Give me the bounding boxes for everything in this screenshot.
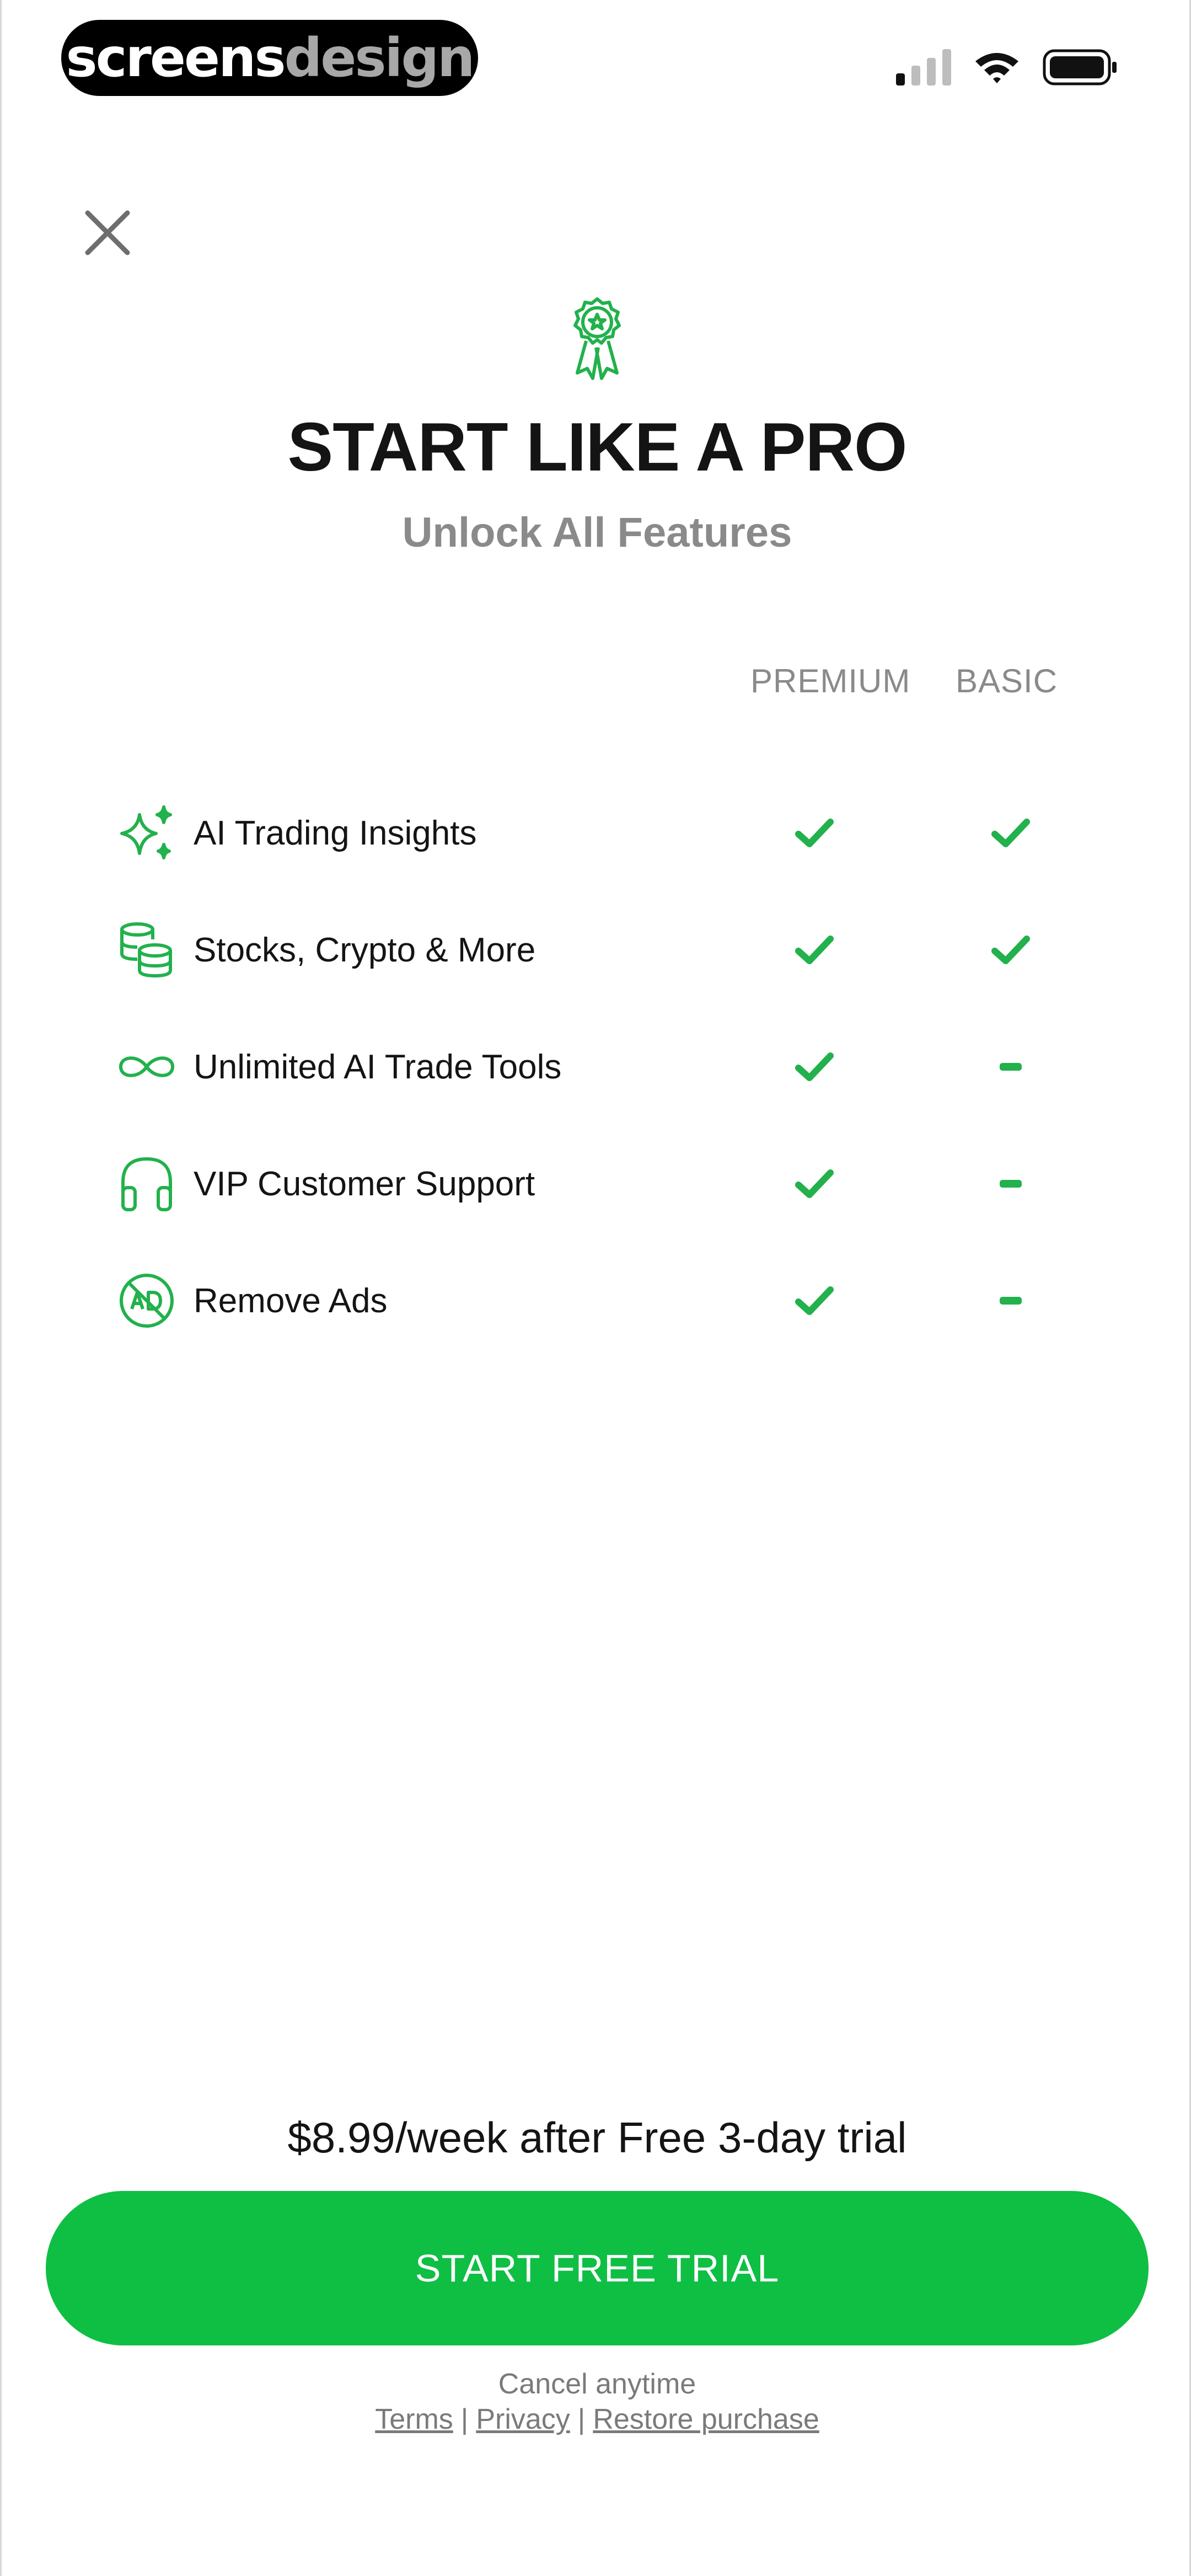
coins-icon: [116, 920, 177, 980]
column-header-basic: BASIC: [956, 662, 1058, 699]
feature-row: AI Trading Insights: [116, 794, 1087, 872]
sparkles-icon: [116, 803, 177, 863]
feature-label: Stocks, Crypto & More: [194, 931, 536, 969]
infinity-icon: [116, 1036, 177, 1097]
brand-logo-part1: screens: [66, 27, 286, 89]
column-header-premium: PREMIUM: [750, 662, 911, 699]
check-icon: [989, 811, 1033, 855]
close-button[interactable]: [84, 210, 131, 256]
link-separator: |: [577, 2403, 586, 2435]
check-icon: [792, 1045, 836, 1089]
award-ribbon-icon: [573, 297, 621, 380]
page-subtitle: Unlock All Features: [402, 509, 792, 556]
check-icon: [792, 1162, 836, 1206]
price-text: $8.99/week after Free 3-day trial: [287, 2113, 907, 2162]
link-separator: |: [460, 2403, 469, 2435]
page-title: START LIKE A PRO: [287, 409, 908, 485]
terms-link[interactable]: Terms: [375, 2403, 453, 2435]
feature-row: VIP Customer Support: [116, 1145, 1087, 1222]
brand-logo: screens design: [61, 20, 478, 96]
paywall-screen: screens design START LIKE A PRO Unlock A…: [0, 0, 1191, 2576]
feature-row: Stocks, Crypto & More: [116, 911, 1087, 988]
footer-links: Terms | Privacy | Restore purchase: [2, 2403, 1191, 2436]
brand-logo-part2: design: [284, 27, 475, 89]
headphones-icon: [116, 1153, 177, 1214]
feature-label: Remove Ads: [194, 1281, 388, 1320]
dash-icon: [989, 1279, 1033, 1323]
start-free-trial-button[interactable]: START FREE TRIAL: [46, 2191, 1149, 2345]
feature-row: Unlimited AI Trade Tools: [116, 1028, 1087, 1105]
cancel-anytime-text: Cancel anytime: [498, 2368, 696, 2400]
privacy-link[interactable]: Privacy: [476, 2403, 570, 2435]
no-ads-icon: [116, 1270, 177, 1331]
dash-icon: [989, 1162, 1033, 1206]
feature-label: AI Trading Insights: [194, 814, 477, 852]
feature-label: Unlimited AI Trade Tools: [194, 1047, 562, 1086]
status-icons: [896, 45, 1118, 89]
cellular-signal-icon: [896, 49, 951, 85]
dash-icon: [989, 1045, 1033, 1089]
feature-row: Remove Ads: [116, 1262, 1087, 1339]
battery-icon: [1043, 49, 1117, 85]
check-icon: [792, 811, 836, 855]
check-icon: [989, 928, 1033, 972]
feature-label: VIP Customer Support: [194, 1164, 535, 1203]
check-icon: [792, 928, 836, 972]
restore-purchase-link[interactable]: Restore purchase: [593, 2403, 819, 2435]
check-icon: [792, 1279, 836, 1323]
wifi-icon: [975, 53, 1018, 83]
